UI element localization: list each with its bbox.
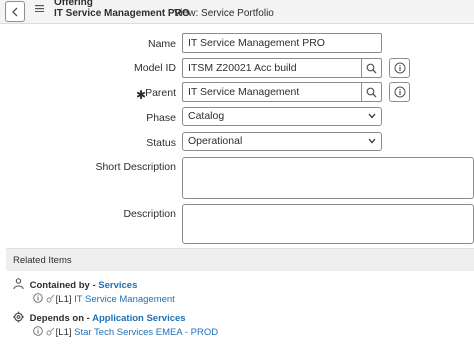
status-select[interactable]: Operational [182, 132, 382, 151]
relation-type: Contained by [29, 280, 90, 291]
name-label: Name [147, 38, 176, 50]
related-item-row: [L1] IT Service Management [33, 293, 175, 305]
unlink-icon[interactable] [46, 326, 56, 336]
related-item-prefix: [L1] [55, 294, 72, 305]
record-type: Offering [54, 0, 93, 8]
parent-field[interactable]: IT Service Management [182, 82, 362, 102]
relation-group-depends-on: Depends on - Application Services [12, 311, 186, 324]
info-icon[interactable] [33, 326, 43, 336]
chevron-down-icon [368, 138, 376, 144]
info-icon[interactable] [33, 293, 43, 303]
record-title: IT Service Management PRO [54, 8, 190, 19]
relation-type: Depends on [29, 313, 85, 324]
model-id-field[interactable]: ITSM Z20021 Acc build [182, 58, 362, 78]
phase-select[interactable]: Catalog [182, 107, 382, 126]
name-field[interactable]: IT Service Management PRO [182, 33, 382, 53]
gears-icon [13, 311, 24, 323]
description-field[interactable] [182, 204, 474, 244]
form-header: Offering IT Service Management PRO View:… [0, 0, 474, 24]
short-description-label: Short Description [95, 161, 176, 173]
search-icon [366, 87, 377, 97]
chevron-down-icon [368, 113, 376, 119]
relation-group-contained-by: Contained by - Services [12, 278, 137, 291]
related-item-link[interactable]: IT Service Management [74, 294, 175, 305]
status-label: Status [146, 137, 176, 149]
description-label: Description [123, 208, 176, 220]
relation-class-link[interactable]: Application Services [92, 313, 185, 324]
relation-separator: - [84, 313, 93, 324]
info-icon [394, 62, 405, 74]
parent-lookup-button[interactable] [361, 82, 382, 102]
info-icon [394, 86, 405, 98]
related-item-link[interactable]: Star Tech Services EMEA - PROD [74, 327, 218, 338]
phase-label: Phase [146, 112, 176, 124]
unlink-icon[interactable] [46, 293, 56, 303]
related-item-prefix: [L1] [55, 327, 72, 338]
parent-info-button[interactable] [389, 82, 410, 102]
relation-separator: - [89, 280, 99, 291]
status-value: Operational [188, 135, 243, 147]
related-items-section: Related Items [6, 248, 474, 271]
model-id-label: Model ID [133, 62, 176, 74]
relation-class-link[interactable]: Services [98, 280, 137, 291]
search-icon [366, 63, 377, 73]
phase-value: Catalog [188, 110, 225, 122]
view-indicator[interactable]: View: Service Portfolio [174, 8, 274, 19]
model-id-lookup-button[interactable] [361, 58, 382, 78]
short-description-field[interactable] [182, 157, 474, 199]
chevron-left-icon [12, 7, 18, 16]
related-items-title: Related Items [13, 255, 72, 266]
related-item-row: [L1] Star Tech Services EMEA - PROD [33, 326, 218, 338]
model-id-info-button[interactable] [389, 58, 410, 78]
back-button[interactable] [5, 1, 25, 22]
hierarchy-icon [13, 278, 24, 290]
parent-label: Parent [145, 87, 176, 99]
hamburger-menu-icon[interactable] [35, 5, 44, 12]
